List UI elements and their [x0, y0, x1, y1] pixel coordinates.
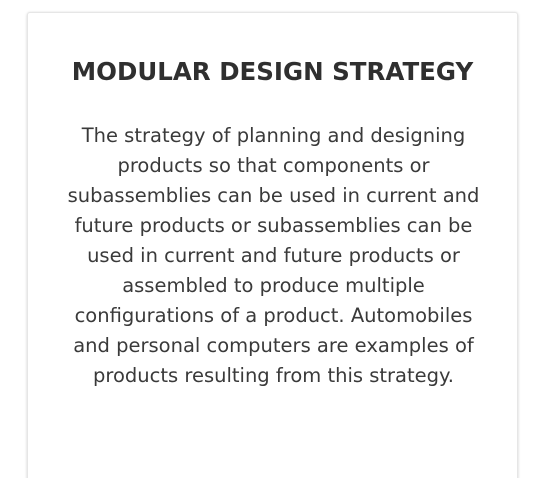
definition-card: MODULAR DESIGN STRATEGY The strategy of …: [27, 12, 518, 478]
card-title: MODULAR DESIGN STRATEGY: [71, 57, 474, 86]
card-description: The strategy of planning and designing p…: [67, 124, 480, 387]
